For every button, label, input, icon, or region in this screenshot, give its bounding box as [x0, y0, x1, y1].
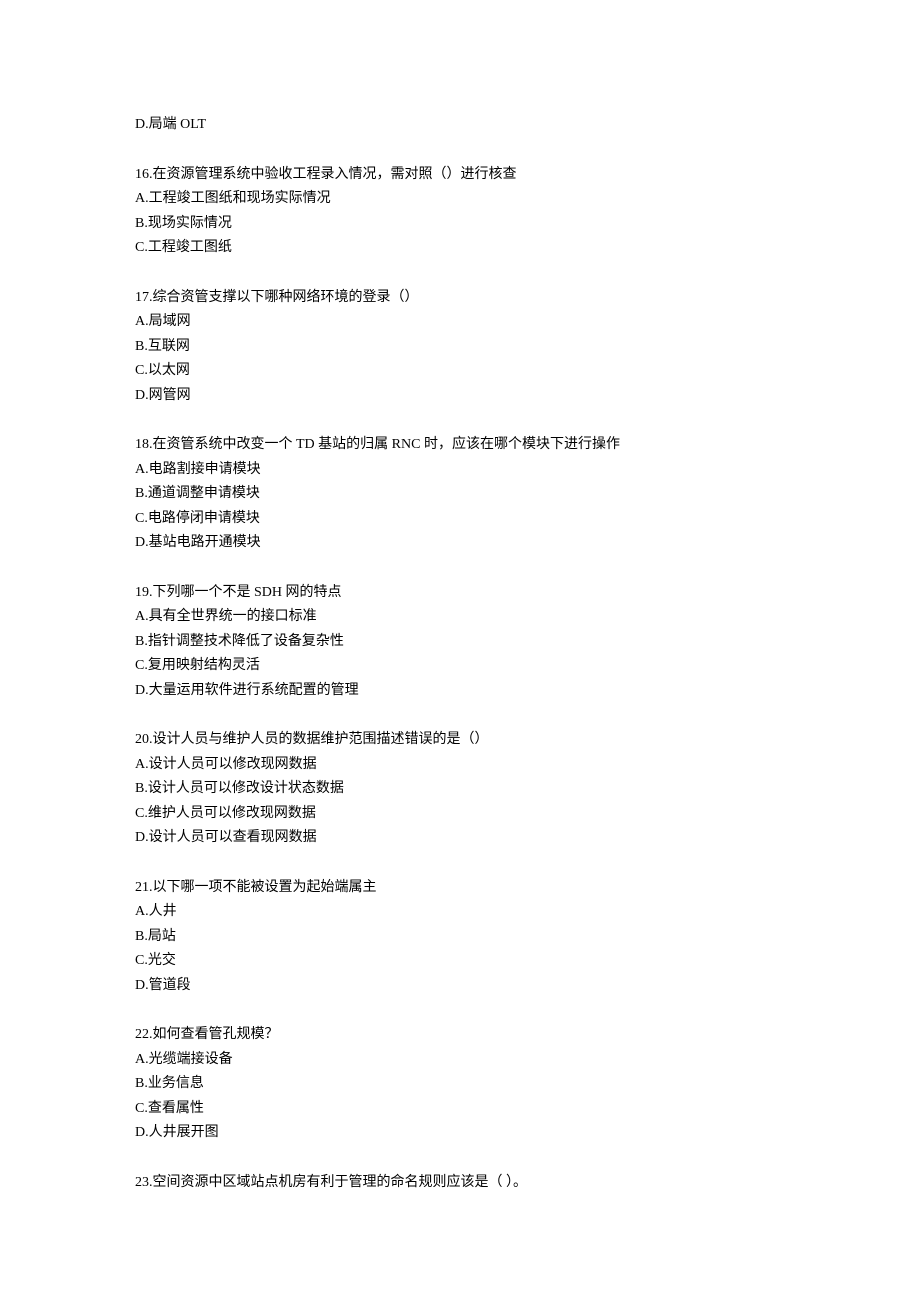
orphan-option-block: D.局端 OLT: [135, 113, 785, 138]
question-stem: 20.设计人员与维护人员的数据维护范围描述错误的是（）: [135, 728, 785, 753]
option-a: A.光缆端接设备: [135, 1048, 785, 1073]
question-17: 17.综合资管支撑以下哪种网络环境的登录（） A.局域网 B.互联网 C.以太网…: [135, 286, 785, 409]
question-stem: 17.综合资管支撑以下哪种网络环境的登录（）: [135, 286, 785, 311]
option-a: A.具有全世界统一的接口标准: [135, 605, 785, 630]
question-23: 23.空间资源中区域站点机房有利于管理的命名规则应该是（ ）。: [135, 1171, 785, 1196]
option-text: D.局端 OLT: [135, 113, 785, 138]
option-b: B.局站: [135, 925, 785, 950]
question-18: 18.在资管系统中改变一个 TD 基站的归属 RNC 时，应该在哪个模块下进行操…: [135, 433, 785, 556]
option-c: C.光交: [135, 949, 785, 974]
option-c: C.维护人员可以修改现网数据: [135, 802, 785, 827]
question-21: 21.以下哪一项不能被设置为起始端属主 A.人井 B.局站 C.光交 D.管道段: [135, 876, 785, 999]
option-c: C.电路停闭申请模块: [135, 507, 785, 532]
question-22: 22.如何查看管孔规模？ A.光缆端接设备 B.业务信息 C.查看属性 D.人井…: [135, 1023, 785, 1146]
question-19: 19.下列哪一个不是 SDH 网的特点 A.具有全世界统一的接口标准 B.指针调…: [135, 581, 785, 704]
question-stem: 23.空间资源中区域站点机房有利于管理的命名规则应该是（ ）。: [135, 1171, 785, 1196]
question-stem: 22.如何查看管孔规模？: [135, 1023, 785, 1048]
option-a: A.局域网: [135, 310, 785, 335]
option-b: B.指针调整技术降低了设备复杂性: [135, 630, 785, 655]
option-a: A.人井: [135, 900, 785, 925]
option-d: D.大量运用软件进行系统配置的管理: [135, 679, 785, 704]
option-a: A.电路割接申请模块: [135, 458, 785, 483]
option-a: A.设计人员可以修改现网数据: [135, 753, 785, 778]
option-b: B.通道调整申请模块: [135, 482, 785, 507]
option-c: C.以太网: [135, 359, 785, 384]
option-c: C.查看属性: [135, 1097, 785, 1122]
option-d: D.人井展开图: [135, 1121, 785, 1146]
option-c: C.工程竣工图纸: [135, 236, 785, 261]
option-d: D.设计人员可以查看现网数据: [135, 826, 785, 851]
question-stem: 21.以下哪一项不能被设置为起始端属主: [135, 876, 785, 901]
option-d: D.网管网: [135, 384, 785, 409]
option-d: D.基站电路开通模块: [135, 531, 785, 556]
option-c: C.复用映射结构灵活: [135, 654, 785, 679]
question-stem: 19.下列哪一个不是 SDH 网的特点: [135, 581, 785, 606]
question-stem: 16.在资源管理系统中验收工程录入情况，需对照（）进行核查: [135, 163, 785, 188]
option-b: B.设计人员可以修改设计状态数据: [135, 777, 785, 802]
option-b: B.现场实际情况: [135, 212, 785, 237]
option-b: B.互联网: [135, 335, 785, 360]
question-16: 16.在资源管理系统中验收工程录入情况，需对照（）进行核查 A.工程竣工图纸和现…: [135, 163, 785, 261]
option-d: D.管道段: [135, 974, 785, 999]
option-b: B.业务信息: [135, 1072, 785, 1097]
question-stem: 18.在资管系统中改变一个 TD 基站的归属 RNC 时，应该在哪个模块下进行操…: [135, 433, 785, 458]
option-a: A.工程竣工图纸和现场实际情况: [135, 187, 785, 212]
question-20: 20.设计人员与维护人员的数据维护范围描述错误的是（） A.设计人员可以修改现网…: [135, 728, 785, 851]
